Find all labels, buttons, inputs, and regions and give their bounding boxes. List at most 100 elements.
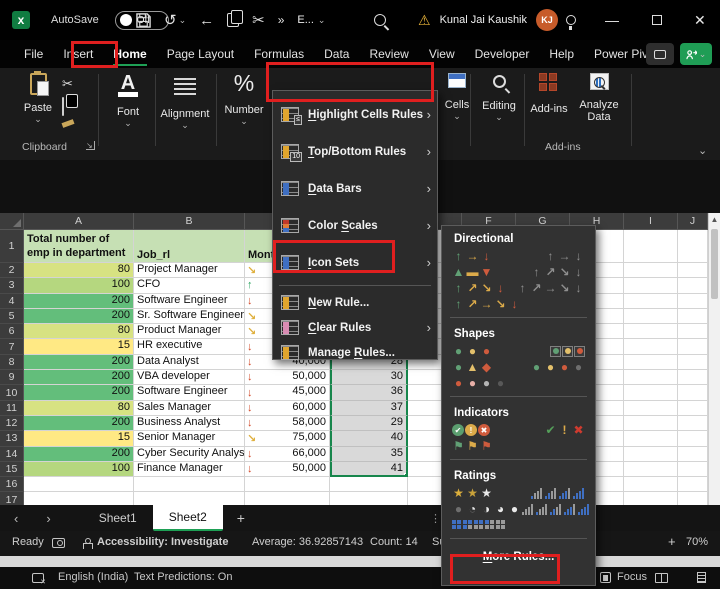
more-commands-icon[interactable]: »	[278, 13, 285, 27]
icon-set-option[interactable]: ✔! ✖	[452, 424, 490, 436]
cell-c9[interactable]: 50,000 ↓	[245, 370, 330, 386]
scroll-up-icon[interactable]: ▲	[709, 213, 720, 227]
cell[interactable]	[624, 431, 678, 447]
row-header-8[interactable]: 8	[0, 354, 24, 371]
page-layout-icon[interactable]	[697, 572, 706, 583]
row-header-12[interactable]: 12	[0, 415, 24, 432]
icon-set-option[interactable]: ↑ → ↓	[452, 249, 493, 263]
row-header-14[interactable]: 14	[0, 446, 24, 462]
icon-set-option[interactable]: ● ● ● ●	[452, 376, 507, 390]
cell-b7[interactable]: HR executive	[134, 339, 245, 355]
cell-b3[interactable]: CFO	[134, 278, 245, 294]
cell[interactable]	[24, 492, 134, 505]
cell-a5[interactable]: 200	[24, 308, 134, 325]
ribbon-tab-help[interactable]: Help	[539, 42, 584, 66]
font-group-button[interactable]: A Font ⌄	[104, 73, 152, 129]
number-group-button[interactable]: % Number ⌄	[219, 70, 269, 127]
ribbon-tab-insert[interactable]: Insert	[53, 42, 103, 66]
icon-set-option[interactable]: ● ▲ ◆	[452, 360, 493, 374]
ribbon-tab-data[interactable]: Data	[314, 42, 359, 66]
next-sheet-icon[interactable]: ›	[32, 511, 64, 526]
cell[interactable]	[678, 230, 708, 263]
cell-a13[interactable]: 15	[24, 431, 134, 447]
analyze-data-button[interactable]: Analyze Data	[574, 73, 624, 123]
maximize-button[interactable]	[652, 15, 662, 25]
cell-b9[interactable]: VBA developer	[134, 370, 245, 386]
icon-set-option[interactable]: ↑ ↗ ↘ ↓	[530, 265, 585, 279]
cell-a7[interactable]: 15	[24, 339, 134, 355]
zoom-in-button[interactable]: +	[668, 534, 676, 549]
sheet-tab-sheet2[interactable]: Sheet2	[152, 505, 223, 531]
cell-c15[interactable]: 50,000 ↓	[245, 461, 330, 478]
cell[interactable]	[678, 400, 708, 416]
reading-view-icon[interactable]	[655, 573, 668, 583]
icon-set-option-row[interactable]: ⚑ ⚑ ⚑	[442, 438, 595, 454]
cell-d12[interactable]: 29	[330, 415, 408, 432]
icon-set-option[interactable]: ● ● ● ●	[530, 360, 585, 374]
cell-a3[interactable]: 100	[24, 278, 134, 294]
cell-b15[interactable]: Finance Manager	[134, 461, 245, 478]
cell-b12[interactable]: Business Analyst	[134, 415, 245, 432]
search-icon[interactable]	[374, 14, 386, 26]
icon-set-option-row[interactable]: ↑ → ↓ ↑ → ↓	[442, 248, 595, 264]
cell-c11[interactable]: 60,000 ↓	[245, 400, 330, 416]
cut-button[interactable]: ✂	[62, 76, 73, 92]
cell-b2[interactable]: Project Manager	[134, 263, 245, 279]
ribbon-tab-page-layout[interactable]: Page Layout	[157, 42, 244, 66]
icon-set-option-row[interactable]: ● ● ●	[442, 343, 595, 359]
cell[interactable]	[678, 431, 708, 447]
icon-set-option[interactable]	[452, 520, 506, 530]
icon-set-option-row[interactable]: ● ◔ ◑ ◕ ●	[442, 501, 595, 517]
icon-set-option-row[interactable]: ↑ ↗ → ↘ ↓	[442, 296, 595, 312]
save-icon[interactable]	[136, 12, 151, 28]
cell[interactable]	[678, 415, 708, 432]
cell-a2[interactable]: 80	[24, 263, 134, 279]
macro-record-icon[interactable]	[52, 538, 65, 548]
column-header-b[interactable]: B	[134, 213, 245, 230]
cell[interactable]	[678, 354, 708, 371]
cells-group-button[interactable]: Cells ⌄	[437, 73, 477, 122]
cell-d11[interactable]: 37	[330, 400, 408, 416]
cell-a10[interactable]: 200	[24, 385, 134, 401]
icon-set-option[interactable]: ● ◔ ◑ ◕ ●	[452, 502, 521, 516]
cell-b10[interactable]: Software Engineer	[134, 385, 245, 401]
cell[interactable]	[245, 492, 330, 505]
icon-set-option[interactable]: ↑ ↗ → ↘ ↓	[452, 297, 521, 311]
cell[interactable]	[624, 354, 678, 371]
cell[interactable]	[134, 492, 245, 505]
icon-set-option[interactable]	[530, 488, 585, 499]
icon-set-option[interactable]: ★ ★ ★	[452, 486, 493, 500]
cell[interactable]	[624, 477, 678, 493]
copy-button[interactable]	[62, 97, 64, 116]
vertical-scrollbar[interactable]: ▲	[708, 213, 720, 505]
icon-set-option[interactable]	[521, 504, 590, 515]
cell[interactable]	[678, 324, 708, 340]
cell-d13[interactable]: 40	[330, 431, 408, 447]
menu-item-clear-rules[interactable]: Clear Rules ›	[273, 315, 437, 340]
menu-item-icon-sets[interactable]: Icon Sets ›	[273, 244, 437, 281]
cell[interactable]	[678, 293, 708, 309]
icon-set-option-row[interactable]: ↑ ↗ ↘ ↓ ↑ ↗ → ↘ ↓	[442, 280, 595, 296]
cell-a15[interactable]: 100	[24, 461, 134, 478]
cell[interactable]	[624, 263, 678, 279]
sheet-tab-sheet1[interactable]: Sheet1	[83, 505, 153, 531]
close-button[interactable]: ✕	[694, 12, 706, 29]
icon-set-option[interactable]: ⚑ ⚑ ⚑	[452, 439, 493, 453]
ribbon-tab-file[interactable]: File	[14, 42, 53, 66]
menu-item-highlight-cells-rules[interactable]: ≤ Highlight Cells Rules ›	[273, 96, 437, 133]
cell-a4[interactable]: 200	[24, 293, 134, 309]
more-rules-menu-item[interactable]: More Rules...	[442, 542, 595, 563]
row-header-3[interactable]: 3	[0, 278, 24, 294]
menu-item-color-scales[interactable]: Color Scales ›	[273, 207, 437, 244]
cell[interactable]	[678, 370, 708, 386]
cell[interactable]	[24, 477, 134, 493]
focus-button[interactable]: Focus	[617, 571, 647, 583]
prev-sheet-icon[interactable]: ‹	[0, 511, 32, 526]
icon-set-option[interactable]: ▲ ▬ ▼	[452, 265, 493, 279]
cell-b14[interactable]: Cyber Security Analyst	[134, 446, 245, 462]
lightbulb-icon[interactable]	[566, 15, 576, 30]
cell[interactable]	[678, 492, 708, 505]
cell-a6[interactable]: 80	[24, 324, 134, 340]
cell[interactable]	[678, 308, 708, 325]
column-header-a[interactable]: A	[24, 213, 134, 230]
